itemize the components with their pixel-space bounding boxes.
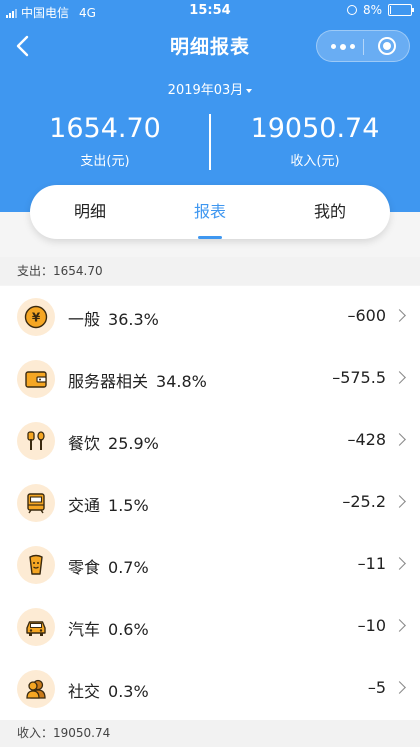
summary-panel: 1654.70 支出(元) 19050.74 收入(元) [0,112,420,174]
income-section-header: 收入：19050.74 [0,720,420,747]
category-icon-bg [17,546,55,584]
tab-bar: 明细 报表 我的 [30,185,390,239]
tab-label: 明细 [73,202,106,221]
navigation-bar: 明细报表 [0,24,420,68]
chevron-right-icon [393,371,406,384]
category-icon-bg [17,422,55,460]
yen-coin-icon: ¥ [24,305,48,329]
caret-down-icon [246,88,253,93]
status-bar: 中国电信 4G 15:54 8% [0,0,420,24]
tab-details[interactable]: 明细 [30,185,150,239]
people-icon [26,679,46,699]
month-label: 2019年03月 [167,83,244,98]
category-amount: –575.5 [332,368,386,387]
category-row-snacks[interactable]: 零食 0.7% –11 [0,534,420,596]
category-percent: 34.8% [156,372,207,391]
chevron-right-icon [393,433,406,446]
svg-text:¥: ¥ [32,311,41,325]
more-button[interactable] [331,43,355,50]
train-icon [27,493,45,514]
wallet-icon [25,371,47,388]
category-row-server[interactable]: 服务器相关 34.8% –575.5 [0,348,420,410]
category-name: 交通 [68,496,101,515]
month-selector[interactable]: 2019年03月 [0,79,420,98]
category-amount: –600 [347,306,386,325]
mini-program-capsule [316,30,410,62]
category-percent: 0.6% [108,620,149,639]
battery-percent: 8% [362,3,382,17]
fork-spoon-icon [27,431,45,450]
category-row-dining[interactable]: 餐饮 25.9% –428 [0,410,420,472]
category-percent: 0.7% [108,558,149,577]
active-tab-indicator [198,236,222,239]
category-amount: –10 [357,616,386,635]
rotation-lock-icon [346,5,357,15]
category-icon-bg [17,360,55,398]
category-name: 一般 [68,310,101,329]
category-percent: 1.5% [108,496,149,515]
category-row-social[interactable]: 社交 0.3% –5 [0,658,420,720]
capsule-divider [363,39,364,55]
category-icon-bg [17,484,55,522]
income-summary: 19050.74 收入(元) [210,112,420,169]
category-icon-bg [17,608,55,646]
tab-report[interactable]: 报表 [150,185,270,239]
category-row-car[interactable]: 汽车 0.6% –10 [0,596,420,658]
category-amount: –5 [367,678,386,697]
category-icon-bg [17,670,55,708]
category-percent: 0.3% [108,682,149,701]
income-label: 收入(元) [290,154,340,169]
expense-summary: 1654.70 支出(元) [0,112,210,169]
tab-mine[interactable]: 我的 [270,185,390,239]
battery-icon [388,4,414,16]
chevron-right-icon [393,619,406,632]
chevron-right-icon [393,495,406,508]
category-amount: –428 [347,430,386,449]
chevron-right-icon [393,557,406,570]
income-amount: 19050.74 [250,113,380,144]
category-row-general[interactable]: ¥ 一般 36.3% –600 [0,286,420,348]
close-mini-program-button[interactable] [378,37,396,55]
tab-label: 报表 [193,202,226,221]
chevron-right-icon [393,681,406,694]
snack-icon [29,554,43,575]
expense-amount: 1654.70 [49,113,161,144]
category-list: ¥ 一般 36.3% –600 服务器相关 34.8% –575.5 餐饮 25… [0,286,420,720]
category-amount: –25.2 [342,492,386,511]
category-name: 社交 [68,682,101,701]
category-name: 汽车 [68,620,101,639]
expense-section-header: 支出：1654.70 [0,257,420,285]
category-name: 零食 [68,558,101,577]
category-name: 服务器相关 [68,372,149,391]
category-amount: –11 [357,554,386,573]
expense-label: 支出(元) [80,154,130,169]
category-percent: 25.9% [108,434,159,453]
tab-label: 我的 [313,202,346,221]
category-name: 餐饮 [68,434,101,453]
category-percent: 36.3% [108,310,159,329]
category-row-transport[interactable]: 交通 1.5% –25.2 [0,472,420,534]
car-icon [26,621,46,636]
category-icon-bg: ¥ [17,298,55,336]
chevron-right-icon [393,309,406,322]
